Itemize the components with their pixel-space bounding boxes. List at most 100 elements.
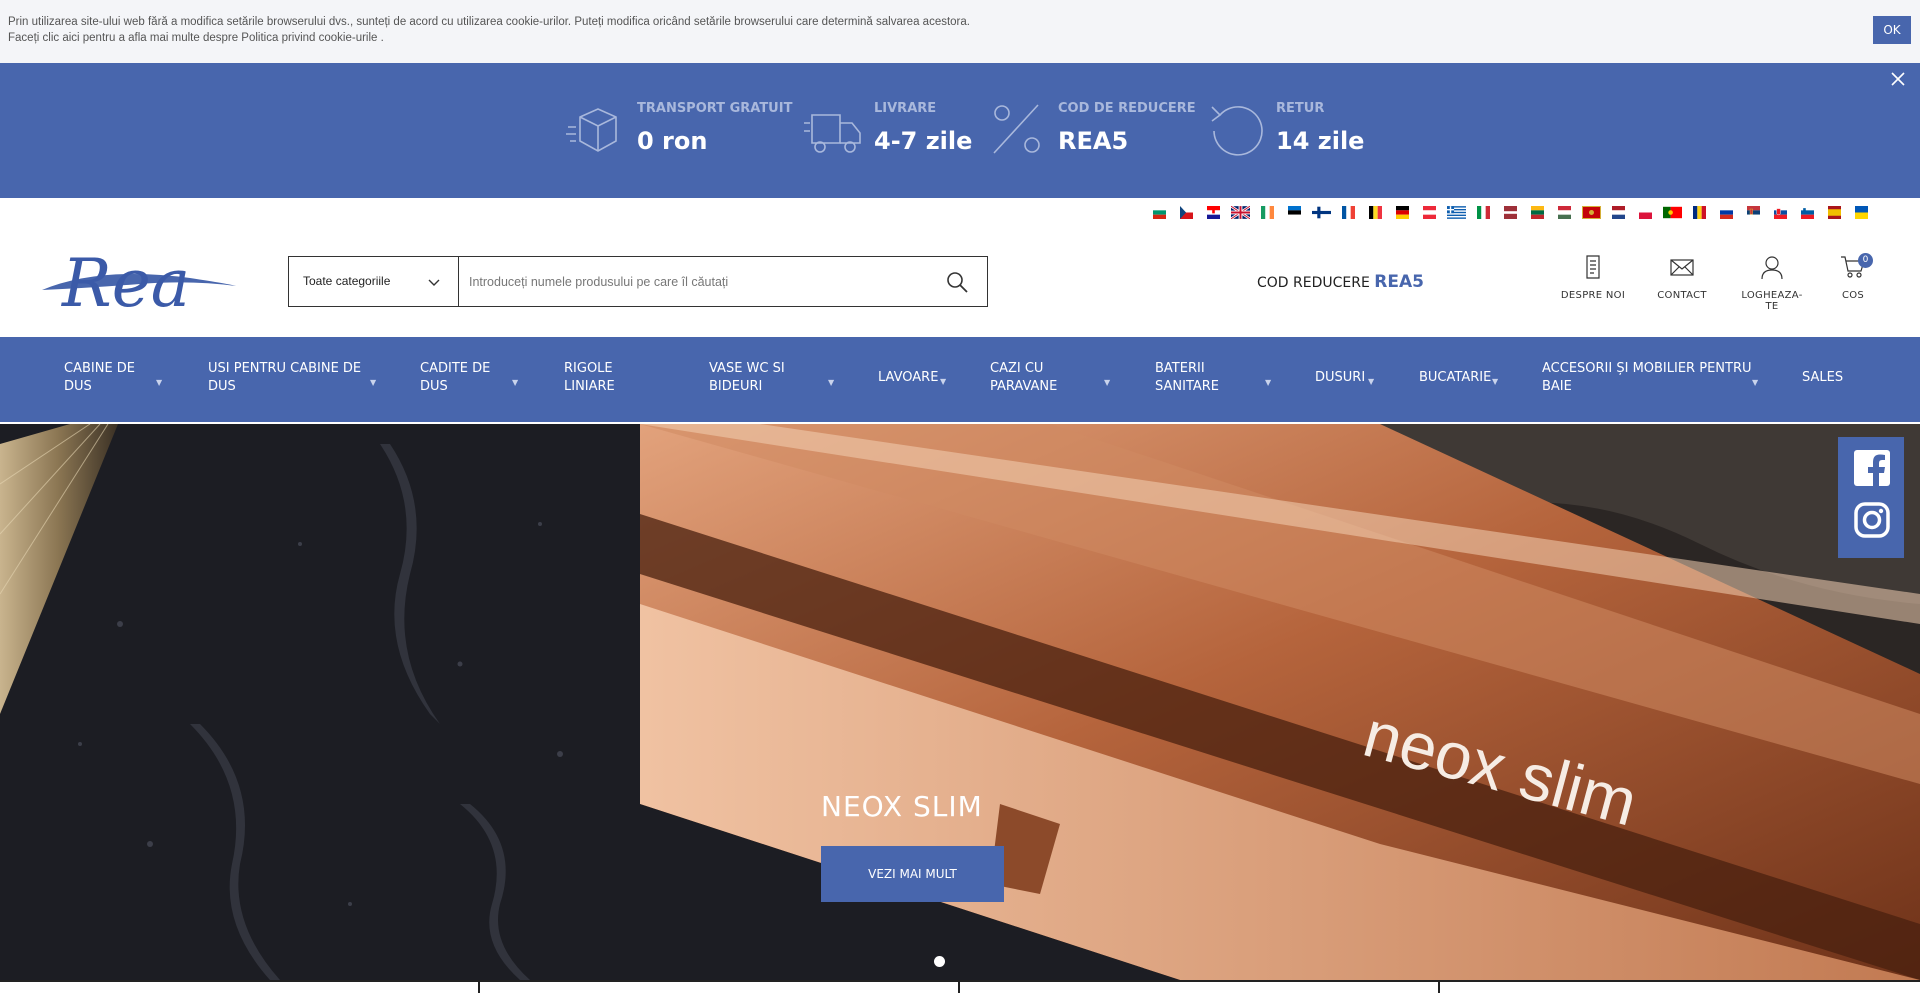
flag-ireland-icon[interactable] <box>1258 206 1277 219</box>
mail-icon <box>1670 259 1694 276</box>
cookie-text: Prin utilizarea site-ului web fără a mod… <box>8 16 970 28</box>
flag-russia-icon[interactable] <box>1717 206 1736 219</box>
box-icon <box>566 108 617 152</box>
nav-item-cazi-cu-paravane[interactable]: CAZI CU PARAVANE ▼ <box>990 360 1115 396</box>
flag-bulgaria-icon[interactable] <box>1150 206 1169 219</box>
nav-item-label: PARAVANE <box>990 379 1058 394</box>
search-icon[interactable] <box>944 269 970 295</box>
flag-greece-icon[interactable] <box>1447 206 1466 219</box>
nav-item-cabine-de-dus[interactable]: CABINE DE DUS ▼ <box>64 360 164 396</box>
nav-item-vase-wc[interactable]: VASE WC SI BIDEURI ▼ <box>709 360 839 396</box>
nav-item-bucatarie[interactable]: BUCATARIE ▼ <box>1419 369 1519 387</box>
chevron-down-icon: ▼ <box>1492 377 1499 386</box>
flag-italy-icon[interactable] <box>1474 206 1493 219</box>
flag-belgium-icon[interactable] <box>1366 206 1385 219</box>
benefit-free-transport: TRANSPORT GRATUIT 0 ron <box>566 99 792 169</box>
flag-netherlands-icon[interactable] <box>1609 206 1628 219</box>
nav-item-label: CADITE DE <box>420 361 491 376</box>
nav-item-label: CAZI CU <box>990 361 1044 376</box>
benefit-value: REA5 <box>1058 127 1129 155</box>
nav-item-label: DUS <box>208 379 236 394</box>
about-us-label: DESPRE NOI <box>1560 290 1626 301</box>
flag-france-icon[interactable] <box>1339 206 1358 219</box>
benefit-value: 4-7 zile <box>874 127 973 155</box>
chevron-down-icon: ▼ <box>156 378 163 387</box>
nav-item-label: DUS <box>64 379 92 394</box>
document-icon <box>1586 255 1600 279</box>
flag-slovakia-icon[interactable] <box>1771 206 1790 219</box>
flag-czech-icon[interactable] <box>1177 206 1196 219</box>
flag-lithuania-icon[interactable] <box>1528 206 1547 219</box>
user-icon <box>1761 256 1783 280</box>
flag-croatia-icon[interactable] <box>1204 206 1223 219</box>
benefit-title: LIVRARE <box>874 101 937 116</box>
nav-item-label: DUSURI <box>1315 370 1366 385</box>
chevron-down-icon: ▼ <box>370 378 377 387</box>
benefit-value: 0 ron <box>637 127 708 155</box>
benefit-title: COD DE REDUCERE <box>1058 101 1196 116</box>
flag-latvia-icon[interactable] <box>1501 206 1520 219</box>
flag-serbia-icon[interactable] <box>1744 206 1763 219</box>
promo-code-label: COD REDUCERE <box>1257 275 1370 291</box>
tile-divider <box>1438 982 1440 993</box>
flag-slovenia-icon[interactable] <box>1798 206 1817 219</box>
nav-item-label: BAIE <box>1542 379 1572 394</box>
nav-item-usi-cabine[interactable]: USI PENTRU CABINE DE DUS ▼ <box>208 360 383 396</box>
search-bar: Toate categoriile <box>288 256 988 307</box>
flag-ukraine-icon[interactable] <box>1852 206 1871 219</box>
cookie-ok-button[interactable]: OK <box>1873 16 1911 44</box>
nav-item-label: DUS <box>420 379 448 394</box>
category-tiles-strip <box>0 980 1920 993</box>
social-sidebar <box>1838 437 1904 558</box>
nav-item-dusuri[interactable]: DUSURI ▼ <box>1315 369 1385 387</box>
nav-item-label: VASE WC SI <box>709 361 785 376</box>
nav-item-label: CABINE DE <box>64 361 136 376</box>
cart-link[interactable]: COS 0 <box>1818 253 1888 301</box>
flag-montenegro-icon[interactable] <box>1582 206 1601 219</box>
flag-poland-icon[interactable] <box>1636 206 1655 219</box>
chevron-down-icon: ▼ <box>1752 378 1759 387</box>
language-flags <box>1150 206 1871 220</box>
nav-item-label: SANITARE <box>1155 379 1220 394</box>
slider-dot-active[interactable] <box>934 956 945 967</box>
search-input[interactable] <box>469 267 919 297</box>
flag-romania-icon[interactable] <box>1690 206 1709 219</box>
flag-austria-icon[interactable] <box>1420 206 1439 219</box>
flag-uk-icon[interactable] <box>1231 206 1250 219</box>
hero-slider: neox slim NEOX SLIM VEZI MAI MULT <box>0 424 1920 980</box>
chevron-down-icon: ▼ <box>1368 377 1375 386</box>
logo-text: Rea <box>61 246 190 316</box>
about-us-link[interactable]: DESPRE NOI <box>1558 254 1628 301</box>
main-navigation: CABINE DE DUS ▼ USI PENTRU CABINE DE DUS ▼… <box>0 337 1920 422</box>
facebook-icon[interactable] <box>1853 449 1891 487</box>
flag-estonia-icon[interactable] <box>1285 206 1304 219</box>
return-icon <box>1211 106 1263 156</box>
contact-link[interactable]: CONTACT <box>1647 254 1717 301</box>
chevron-down-icon <box>428 279 440 286</box>
hero-title: NEOX SLIM <box>821 790 983 823</box>
cookie-policy-link[interactable]: Faceți clic aici pentru a afla mai multe… <box>8 32 384 44</box>
category-select[interactable]: Toate categoriile <box>289 257 459 306</box>
flag-spain-icon[interactable] <box>1825 206 1844 219</box>
instagram-icon[interactable] <box>1853 501 1891 539</box>
benefit-value: 14 zile <box>1276 127 1365 155</box>
chevron-down-icon: ▼ <box>512 378 519 387</box>
chevron-down-icon: ▼ <box>1265 378 1272 387</box>
nav-item-lavoare[interactable]: LAVOARE ▼ <box>878 369 958 387</box>
header-promo-code: COD REDUCERE REA5 <box>1257 272 1424 292</box>
flag-finland-icon[interactable] <box>1312 206 1331 219</box>
flag-hungary-icon[interactable] <box>1555 206 1574 219</box>
chevron-down-icon: ▼ <box>828 378 835 387</box>
rea-logo[interactable]: Rea <box>40 246 240 316</box>
nav-item-sales[interactable]: SALES <box>1802 369 1862 387</box>
nav-item-cadite-de-dus[interactable]: CADITE DE DUS ▼ <box>420 360 520 396</box>
nav-item-baterii-sanitare[interactable]: BATERII SANITARE ▼ <box>1155 360 1275 396</box>
close-icon[interactable] <box>1888 71 1908 91</box>
benefit-discount-code: COD DE REDUCERE REA5 <box>990 99 1196 169</box>
nav-item-accesorii[interactable]: ACCESORII ȘI MOBILIER PENTRU BAIE ▼ <box>1542 360 1762 396</box>
login-link[interactable]: LOGHEAZA-TE <box>1737 254 1807 312</box>
flag-portugal-icon[interactable] <box>1663 206 1682 219</box>
flag-germany-icon[interactable] <box>1393 206 1412 219</box>
nav-item-rigole-liniare[interactable]: RIGOLE LINIARE <box>564 360 664 396</box>
see-more-button[interactable]: VEZI MAI MULT <box>821 846 1004 902</box>
